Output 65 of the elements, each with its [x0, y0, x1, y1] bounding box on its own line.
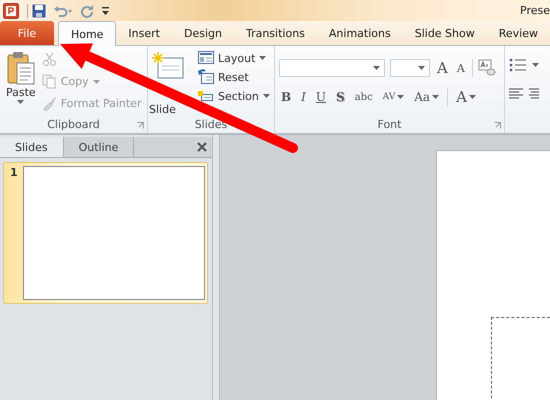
- new-slide-button[interactable]: Slide: [149, 103, 176, 116]
- ribbon-tab[interactable]: Insert: [116, 21, 172, 45]
- close-icon: [197, 142, 207, 152]
- dialog-launcher-icon: [137, 122, 144, 129]
- caret-icon: [373, 66, 380, 70]
- dialog-launcher-icon: [494, 122, 501, 129]
- format-button[interactable]: A: [454, 88, 478, 106]
- slide-layout-button[interactable]: Reset: [198, 69, 249, 85]
- ribbon-tab[interactable]: Home: [58, 21, 116, 46]
- caret-icon: [397, 95, 404, 99]
- paste-button[interactable]: Paste: [4, 49, 38, 116]
- bullet-list-icon: [509, 58, 527, 72]
- font-name-field[interactable]: [279, 59, 385, 77]
- caret-icon: [259, 56, 266, 60]
- slide-thumbnail-frame[interactable]: 1: [3, 162, 208, 304]
- caret-icon: [468, 95, 476, 99]
- caret-icon: [432, 95, 440, 99]
- save-icon: [32, 4, 46, 18]
- format-button[interactable]: Aa: [412, 90, 442, 104]
- format-button[interactable]: abc: [352, 92, 375, 102]
- slide-number: 1: [10, 166, 18, 181]
- group-label: Slides: [194, 118, 228, 131]
- align-left-icon: [509, 88, 523, 100]
- layout-icon: [198, 50, 214, 66]
- format-button[interactable]: S: [334, 90, 347, 104]
- ribbon-tab[interactable]: Slide Show: [402, 21, 487, 45]
- caret-icon: [532, 63, 539, 67]
- caret-icon: [262, 94, 270, 98]
- section-icon: [198, 91, 214, 101]
- slide-layout-button[interactable]: Layout: [198, 50, 266, 66]
- pane-tab[interactable]: Slides: [0, 137, 64, 157]
- undo-icon: [53, 4, 73, 18]
- file-tab[interactable]: File: [0, 21, 54, 45]
- app-logo-icon: [3, 2, 19, 18]
- brush-icon: [42, 96, 57, 111]
- group-label: Font: [378, 118, 402, 131]
- grow-font-button[interactable]: A: [435, 59, 450, 77]
- group-label: Clipboard: [47, 118, 100, 131]
- format-button[interactable]: I: [299, 90, 308, 104]
- window-title: Prese: [520, 4, 550, 17]
- caret-icon: [17, 100, 24, 104]
- slide-thumbnail[interactable]: [23, 166, 205, 300]
- format-button[interactable]: AV: [380, 92, 406, 102]
- clear-formatting-icon: [478, 59, 496, 77]
- caret-icon: [418, 66, 425, 70]
- reset-icon: [198, 69, 214, 85]
- copy-icon: [42, 74, 57, 89]
- scissors-icon: [42, 52, 57, 67]
- clipboard-icon: [6, 51, 35, 85]
- new-slide-icon: [152, 52, 184, 80]
- caret-icon: [92, 80, 100, 84]
- redo-icon: [80, 4, 94, 18]
- text-placeholder[interactable]: [491, 317, 550, 400]
- slide-layout-button[interactable]: Section: [198, 88, 270, 104]
- ribbon-tab[interactable]: Animations: [316, 21, 403, 45]
- shrink-font-button[interactable]: A: [454, 62, 467, 74]
- pane-tab[interactable]: Outline: [64, 137, 134, 157]
- format-button[interactable]: U: [314, 90, 328, 104]
- customize-toolbar-icon: [101, 6, 110, 16]
- ribbon-tab[interactable]: Design: [172, 21, 234, 45]
- font-size-field[interactable]: [390, 59, 430, 77]
- ribbon-tab[interactable]: Review: [486, 21, 550, 45]
- ribbon-tab[interactable]: Transitions: [234, 21, 317, 45]
- format-button[interactable]: B: [279, 90, 294, 104]
- align-center-icon: [529, 88, 539, 100]
